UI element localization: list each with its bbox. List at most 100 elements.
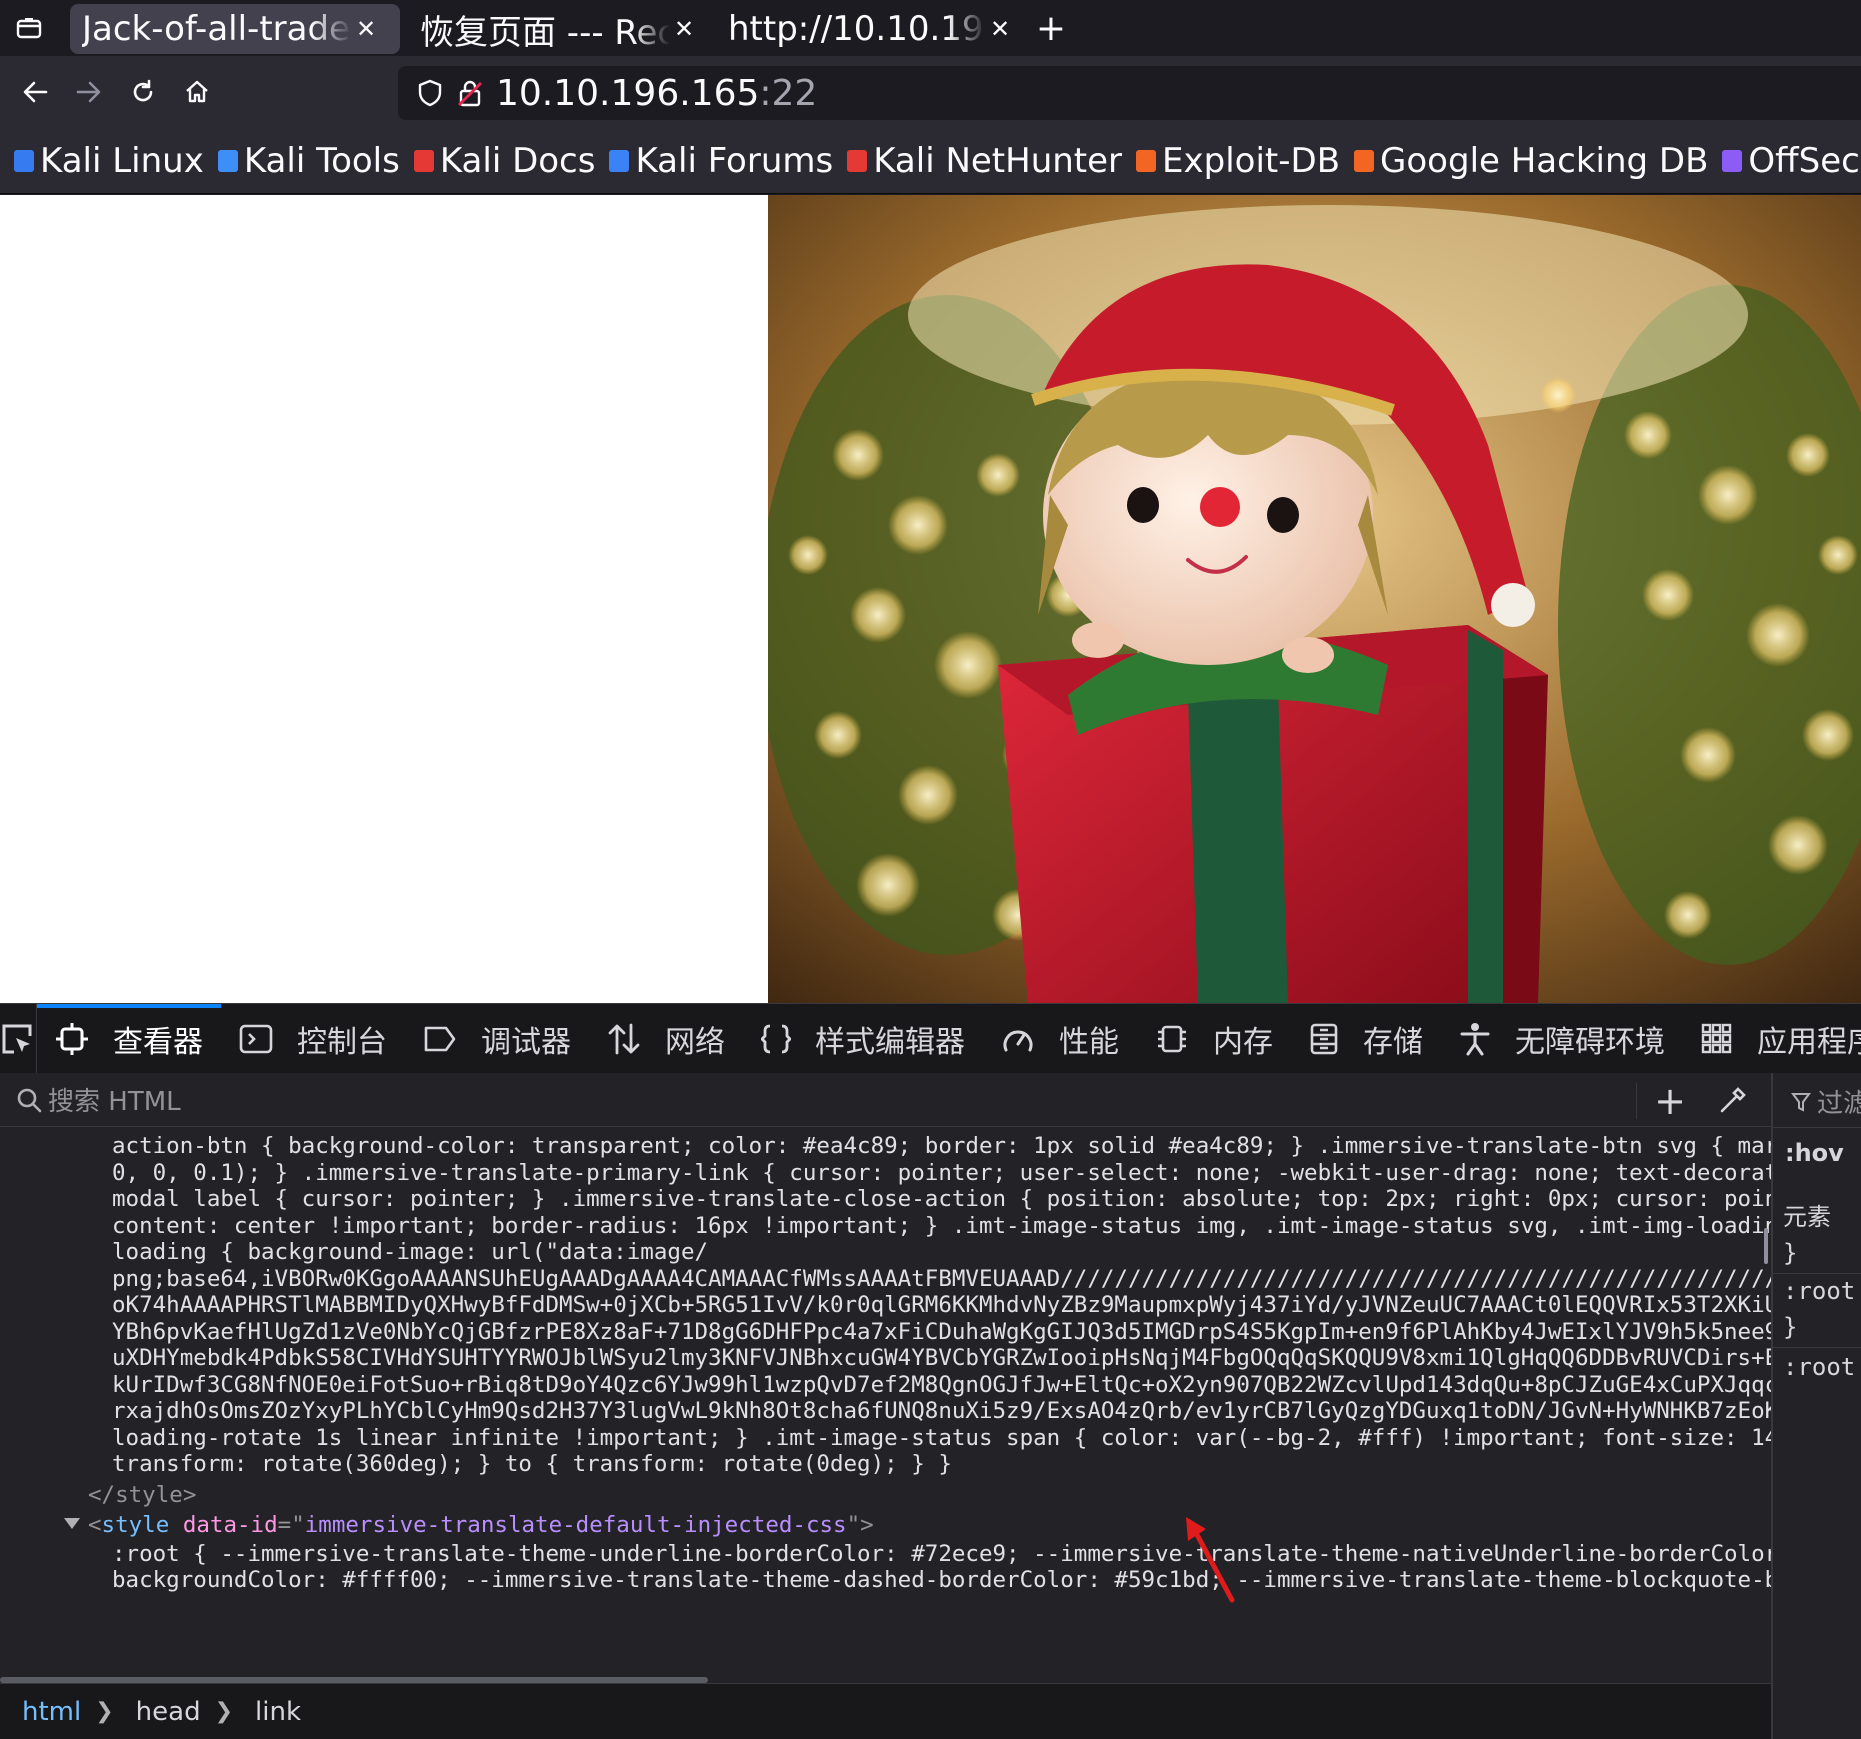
devtools-tab-memory[interactable]: 内存 <box>1137 1004 1291 1074</box>
bookmark-google-hacking-db[interactable]: Google Hacking DB <box>1354 141 1708 181</box>
devtools-tab-label: 存储 <box>1363 1024 1423 1060</box>
devtools-tab-label: 网络 <box>665 1024 725 1060</box>
tab-close-icon[interactable]: ✕ <box>674 15 694 43</box>
search-icon <box>17 1088 42 1112</box>
markup-view[interactable]: action-btn { background-color: transpare… <box>0 1127 1771 1683</box>
devtools-tab-label: 无障碍环境 <box>1515 1024 1665 1060</box>
bookmark-kali-docs[interactable]: Kali Docs <box>413 140 596 181</box>
red-arrow-annotation <box>1186 1517 1235 1603</box>
bookmark-exploit-db[interactable]: Exploit-DB <box>1136 141 1340 181</box>
rule-closing-brace: } <box>1783 1313 1798 1341</box>
element-picker-icon <box>2 1024 32 1053</box>
performance-icon <box>1001 1024 1047 1054</box>
tab-jack-of-all-trades[interactable]: Jack-of-all-trades ✕ <box>70 4 400 54</box>
tab-recovery[interactable]: 恢复页面 --- Recovery ✕ <box>408 4 708 54</box>
closing-style-tag[interactable]: </style> <box>88 1480 196 1512</box>
filter-icon <box>1791 1092 1811 1112</box>
expand-twisty-icon[interactable] <box>64 1518 80 1529</box>
element-picker-button[interactable] <box>0 1003 37 1074</box>
insecure-lock-icon[interactable] <box>458 79 482 107</box>
css-text-line: backgroundColor: #ffff00; --immersive-tr… <box>112 1567 1771 1593</box>
forward-arrow-icon <box>76 81 101 103</box>
rule-root-selector: :root <box>1783 1277 1856 1305</box>
search-html-input[interactable]: 搜索 HTML <box>48 1081 181 1118</box>
inspector-icon <box>55 1022 101 1056</box>
hover-state-toggle[interactable]: :hov <box>1785 1139 1844 1167</box>
breadcrumb-html[interactable]: html <box>22 1697 81 1727</box>
bookmarks-toolbar: Kali Linux Kali Tools Kali Docs Kali Forums… <box>0 128 1861 194</box>
bookmark-kali-nethunter[interactable]: Kali NetHunter <box>847 141 1122 181</box>
attr-name: data-id <box>182 1512 278 1538</box>
home-button[interactable] <box>170 65 224 119</box>
eyedropper-icon[interactable] <box>1716 1083 1750 1117</box>
devtools-toolbar: 查看器 控制台 调试器 网络 样式编辑器 性能 内存 存储 无障碍环境 应用程序 <box>0 1003 1861 1074</box>
url-text[interactable]: 10.10.196.165:22 <box>496 73 817 114</box>
html-search-bar: 搜索 HTML + <box>0 1073 1771 1127</box>
devtools-tab-accessibility[interactable]: 无障碍环境 <box>1441 1004 1683 1074</box>
devtools-tab-application[interactable]: 应用程序 <box>1683 1004 1861 1074</box>
bookmark-kali-forums[interactable]: Kali Forums <box>609 141 833 181</box>
bookmark-favicon-icon <box>847 149 868 172</box>
vertical-scrollbar[interactable] <box>1764 1228 1768 1264</box>
devtools-tab-label: 内存 <box>1213 1024 1273 1060</box>
bookmark-kali-linux[interactable]: Kali Linux <box>14 141 204 181</box>
tab-close-icon[interactable]: ✕ <box>990 15 1010 43</box>
devtools-tab-network[interactable]: 网络 <box>589 1004 743 1074</box>
style-element-node[interactable]: <style data-id="immersive-translate-defa… <box>88 1510 874 1542</box>
page-viewport <box>0 195 1861 1003</box>
style-editor-icon <box>761 1023 803 1055</box>
reload-button[interactable] <box>116 65 170 119</box>
new-tab-button[interactable]: + <box>1026 8 1076 49</box>
bookmark-label: Google Hacking DB <box>1380 140 1709 181</box>
tag-name: style <box>101 1512 170 1538</box>
rules-sidebar: 过滤 :hov 元素 } :root } :root <box>1771 1073 1861 1739</box>
console-icon <box>239 1024 285 1054</box>
nav-bar: 10.10.196.165:22 <box>0 56 1861 128</box>
devtools-tab-console[interactable]: 控制台 <box>221 1004 405 1074</box>
bookmark-favicon-icon <box>1722 149 1743 172</box>
url-bar[interactable]: 10.10.196.165:22 <box>398 66 1861 120</box>
bookmark-kali-tools[interactable]: Kali Tools <box>217 140 400 181</box>
tab-list-icon[interactable] <box>0 0 58 56</box>
forward-button[interactable] <box>62 65 116 119</box>
breadcrumb-link[interactable]: link <box>255 1697 301 1727</box>
accessibility-icon <box>1459 1022 1503 1056</box>
breadcrumb-head[interactable]: head <box>136 1697 201 1727</box>
rule-element-label: 元素 <box>1783 1203 1831 1231</box>
rule-closing-brace: } <box>1783 1239 1798 1267</box>
network-icon <box>607 1023 653 1055</box>
devtools-tab-label: 控制台 <box>297 1024 387 1060</box>
devtools-tab-label: 应用程序 <box>1757 1024 1861 1060</box>
devtools-tab-debugger[interactable]: 调试器 <box>405 1004 589 1074</box>
devtools-tab-performance[interactable]: 性能 <box>983 1004 1137 1074</box>
chevron-right-icon: ❯ <box>214 1699 234 1724</box>
devtools-tab-style-editor[interactable]: 样式编辑器 <box>743 1004 983 1074</box>
bookmark-label: Kali Tools <box>243 140 400 181</box>
tab-title: Jack-of-all-trades <box>82 9 352 49</box>
shield-icon[interactable] <box>416 79 444 107</box>
devtools-tab-label: 性能 <box>1059 1024 1119 1060</box>
tab-port-22[interactable]: http://10.10.196.165:22 ✕ <box>716 4 1026 54</box>
filter-styles-input[interactable]: 过滤 <box>1791 1083 1861 1120</box>
elf-gift-photo <box>768 195 1861 1003</box>
devtools-tab-storage[interactable]: 存储 <box>1291 1004 1441 1074</box>
bookmark-offsec[interactable]: OffSec <box>1722 141 1860 181</box>
add-node-button[interactable]: + <box>1650 1079 1690 1123</box>
bookmark-favicon-icon <box>609 149 630 172</box>
devtools-tab-label: 查看器 <box>113 1024 203 1060</box>
reload-icon <box>133 79 153 102</box>
tab-close-icon[interactable]: ✕ <box>356 15 376 43</box>
bookmark-favicon-icon <box>14 149 34 172</box>
devtools-tab-inspector[interactable]: 查看器 <box>37 1003 221 1074</box>
bookmark-label: Exploit-DB <box>1162 140 1341 181</box>
memory-icon <box>1155 1023 1201 1055</box>
bookmark-label: Kali Docs <box>439 140 596 181</box>
bookmark-favicon-icon <box>1136 149 1157 172</box>
url-host: 10.10.196.165 <box>496 72 760 114</box>
divider <box>1773 1347 1861 1348</box>
home-icon <box>186 80 208 103</box>
back-button[interactable] <box>8 65 62 119</box>
bookmark-label: Kali Forums <box>635 140 834 181</box>
rule-root-selector: :root <box>1783 1353 1856 1381</box>
application-icon <box>1701 1023 1745 1055</box>
